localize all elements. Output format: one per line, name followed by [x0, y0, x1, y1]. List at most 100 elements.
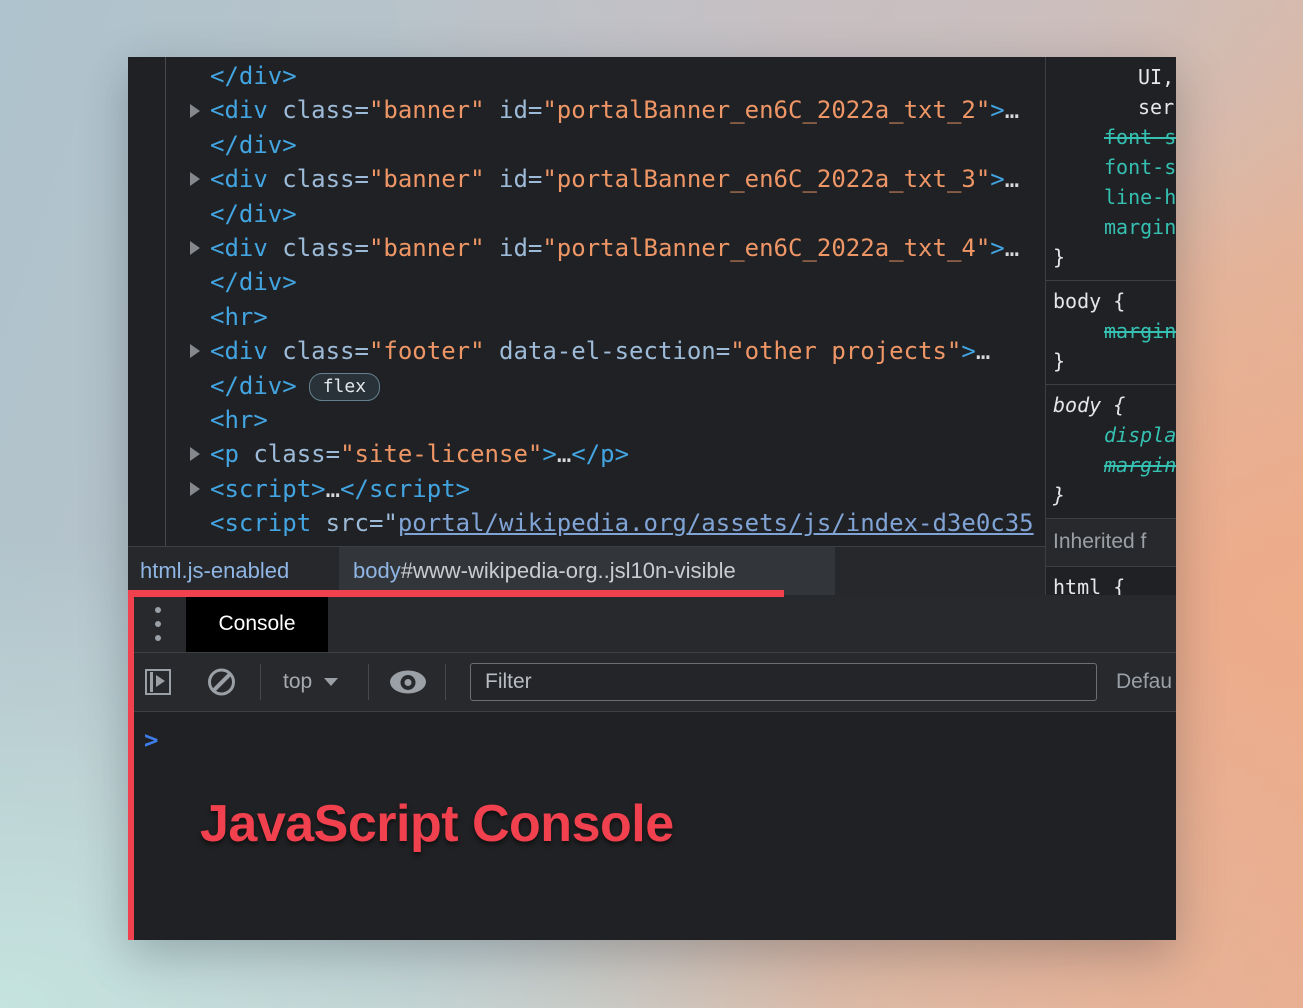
style-rule: body {displamargin} [1046, 385, 1176, 519]
tree-row[interactable]: <script>…</script> [128, 472, 1045, 506]
css-prop[interactable]: line-h [1046, 182, 1176, 212]
annotation-title: JavaScript Console [200, 794, 674, 854]
styles-panel: UI,serfont-sfont-sline-hmargin}body {mar… [1045, 57, 1176, 595]
kebab-menu-icon[interactable] [155, 607, 161, 641]
log-levels-dropdown[interactable]: Defau [1116, 653, 1172, 711]
tree-row[interactable]: <div class="banner" id="portalBanner_en6… [128, 93, 1045, 127]
code-token-val: "portalBanner_en6C_2022a_txt_3" [542, 165, 990, 193]
css-brace[interactable]: } [1046, 480, 1176, 510]
code-token-ellip: … [326, 475, 340, 503]
annotation-top-line [128, 590, 784, 597]
expand-arrow-icon[interactable] [190, 241, 200, 255]
code-token-ellip: … [557, 440, 571, 468]
code-token-tag: </p> [571, 440, 629, 468]
code-token-val: "portalBanner_en6C_2022a_txt_4" [542, 234, 990, 262]
console-content[interactable]: > JavaScript Console [128, 712, 1176, 940]
console-sidebar-icon[interactable] [145, 669, 171, 695]
code-token-tag: > [961, 337, 975, 365]
code-token-val: "site-license" [340, 440, 542, 468]
code-token-tag: </div> [210, 268, 297, 296]
code-token-val: "banner" [369, 165, 485, 193]
code-token-tag: <p [210, 440, 239, 468]
filter-input[interactable] [470, 663, 1097, 701]
code-token-tag: </div> [210, 372, 297, 400]
expand-arrow-icon[interactable] [190, 172, 200, 186]
code-token-attr: class= [253, 440, 340, 468]
tree-row[interactable]: <hr> [128, 300, 1045, 334]
code-token-attr: class= [282, 96, 369, 124]
style-rule: html { [1046, 567, 1176, 595]
clear-console-icon[interactable] [208, 669, 235, 696]
console-header: Console [128, 595, 1176, 653]
breadcrumb-item-body[interactable]: body#www-wikipedia-org..jsl10n-visible [339, 547, 835, 595]
code-token-tag: > [990, 165, 1004, 193]
sidebar-icon-bar [150, 672, 153, 692]
breadcrumb-body-tag: body [353, 558, 401, 584]
screenshot-stage: </div><div class="banner" id="portalBann… [0, 0, 1303, 1008]
tree-row[interactable]: <p class="site-license">…</p> [128, 437, 1045, 471]
code-token-plain [268, 96, 282, 124]
breadcrumb-body-selector: #www-wikipedia-org..jsl10n-visible [401, 558, 736, 584]
tree-row[interactable]: </div> [128, 59, 1045, 93]
console-toolbar: top Defau [128, 653, 1176, 712]
code-token-tag: <div [210, 165, 268, 193]
code-token-tag: <hr> [210, 303, 268, 331]
css-prop[interactable]: margin [1046, 450, 1176, 480]
code-token-tag: </script> [340, 475, 470, 503]
code-token-attr: id= [499, 234, 542, 262]
code-token-tag: <script [210, 509, 311, 537]
expand-arrow-icon[interactable] [190, 344, 200, 358]
code-token-tag: <div [210, 337, 268, 365]
code-token-val: "banner" [369, 234, 485, 262]
context-selector[interactable]: top [283, 653, 338, 711]
css-brace[interactable]: } [1046, 242, 1176, 272]
css-prop[interactable]: displa [1046, 420, 1176, 450]
code-token-tag: </div> [210, 62, 297, 90]
css-brace[interactable]: } [1046, 346, 1176, 376]
code-token-tag: </div> [210, 200, 297, 228]
eye-icon[interactable] [390, 671, 426, 694]
code-token-plain [311, 509, 325, 537]
css-selector[interactable]: body { [1046, 286, 1176, 316]
expand-arrow-icon[interactable] [190, 104, 200, 118]
context-selector-label: top [283, 670, 312, 694]
style-rule: UI,serfont-sfont-sline-hmargin} [1046, 57, 1176, 281]
tab-console[interactable]: Console [186, 595, 328, 652]
tree-row[interactable]: <hr> [128, 403, 1045, 437]
tree-row[interactable]: </div> [128, 265, 1045, 299]
expand-arrow-icon[interactable] [190, 482, 200, 496]
tree-row[interactable]: </div> flex [128, 369, 1045, 403]
css-prop[interactable]: font-s [1046, 122, 1176, 152]
code-token-plain [268, 165, 282, 193]
console-prompt[interactable]: > [144, 726, 158, 754]
code-token-tag: <script> [210, 475, 326, 503]
css-prop[interactable]: margin [1046, 316, 1176, 346]
tree-row[interactable]: </div> [128, 197, 1045, 231]
css-selector[interactable]: html { [1046, 572, 1176, 595]
flex-badge[interactable]: flex [309, 373, 380, 401]
css-selector[interactable]: body { [1046, 390, 1176, 420]
code-token-plain [485, 234, 499, 262]
code-token-attr: id= [499, 165, 542, 193]
code-token-ellip: … [1005, 96, 1019, 124]
tree-row[interactable]: </div> [128, 128, 1045, 162]
breadcrumb-item-html[interactable]: html.js-enabled [140, 547, 289, 595]
tree-row[interactable]: <div class="banner" id="portalBanner_en6… [128, 231, 1045, 265]
code-token-plain [268, 337, 282, 365]
css-prop[interactable]: margin [1046, 212, 1176, 242]
tree-row[interactable]: <div class="footer" data-el-section="oth… [128, 334, 1045, 368]
tree-row[interactable]: <div class="banner" id="portalBanner_en6… [128, 162, 1045, 196]
annotation-left-line [128, 590, 134, 940]
code-token-val: "portalBanner_en6C_2022a_txt_2" [542, 96, 990, 124]
code-token-tag: > [990, 96, 1004, 124]
tree-row[interactable]: <script src="portal/wikipedia.org/assets… [128, 506, 1045, 540]
css-value[interactable]: UI, [1046, 62, 1176, 92]
css-value[interactable]: ser [1046, 92, 1176, 122]
toolbar-divider [445, 664, 446, 700]
expand-arrow-icon[interactable] [190, 447, 200, 461]
code-token-tag: <div [210, 234, 268, 262]
code-token-val: "other projects" [730, 337, 961, 365]
css-prop[interactable]: font-s [1046, 152, 1176, 182]
toolbar-divider [260, 664, 261, 700]
code-token-link: portal/wikipedia.org/assets/js/index-d3e… [398, 509, 1034, 537]
